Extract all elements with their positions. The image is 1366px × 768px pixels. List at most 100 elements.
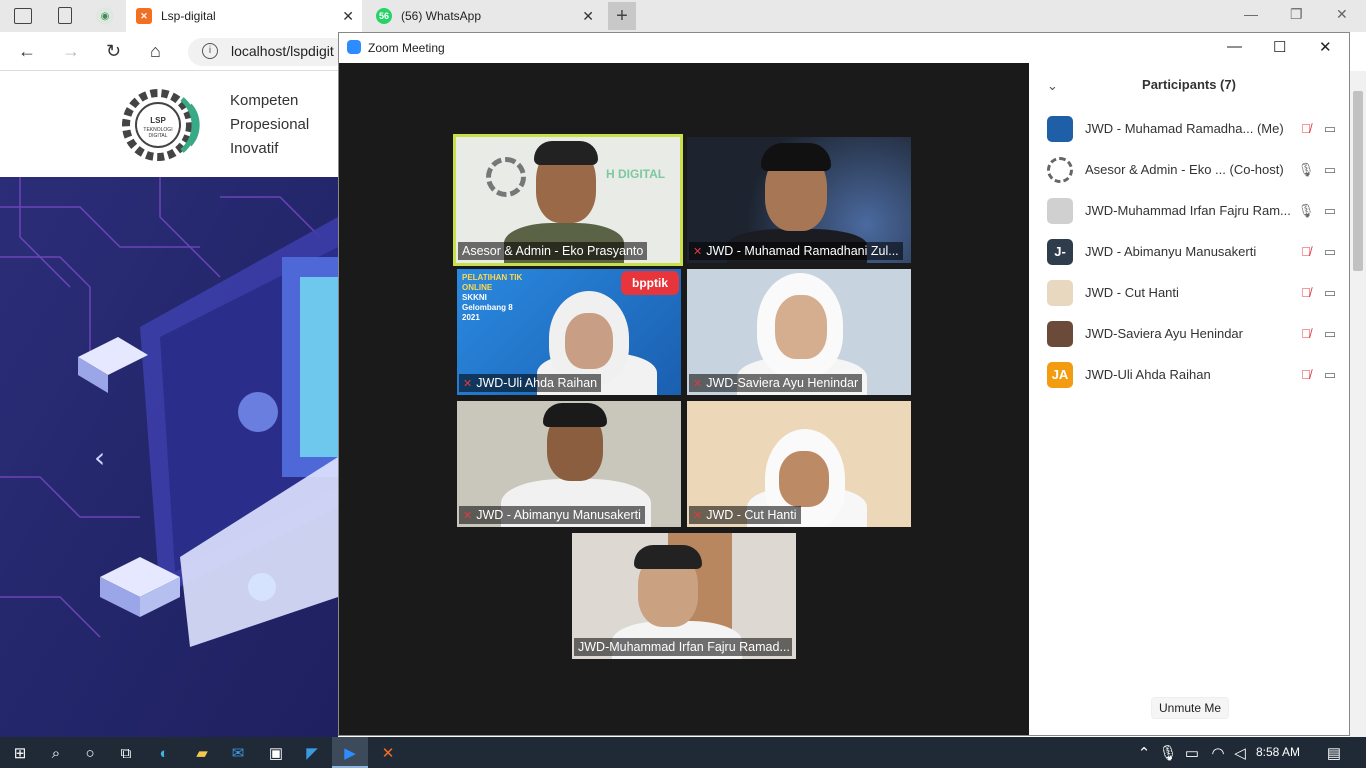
muted-mic-icon: ✕ xyxy=(693,510,703,522)
tab-title: Lsp-digital xyxy=(161,9,216,23)
system-clock[interactable]: 8:58 AM xyxy=(1256,745,1300,759)
avatar: JA xyxy=(1047,361,1073,388)
participant-row[interactable]: JWD - Cut Hanti 🎙̸ ▭ xyxy=(1047,272,1343,313)
muted-mic-icon: ✕ xyxy=(463,378,473,390)
tab-lsp-digital[interactable]: ✕ Lsp-digital ✕ xyxy=(126,0,362,32)
video-gallery: H DIGITAL Asesor & Admin - Eko Prasyanto… xyxy=(339,63,1029,735)
chevron-up-icon[interactable]: ⌃ xyxy=(1132,741,1156,765)
close-tab-icon[interactable]: ✕ xyxy=(582,8,594,25)
video-tile[interactable]: ✕ JWD - Cut Hanti xyxy=(687,401,911,527)
xampp-favicon-icon: ✕ xyxy=(136,8,152,24)
video-tile[interactable]: JWD-Muhammad Irfan Fajru Ramad... xyxy=(572,533,796,659)
video-camera-icon[interactable]: ▭ xyxy=(1317,285,1343,301)
home-icon[interactable]: ⌂ xyxy=(150,41,161,62)
background-text: H DIGITAL xyxy=(606,167,666,181)
site-info-icon[interactable]: i xyxy=(202,43,218,59)
muted-mic-icon[interactable]: 🎙̸ xyxy=(1295,121,1317,136)
video-camera-icon[interactable]: ▭ xyxy=(1317,244,1343,260)
mic-tray-icon[interactable]: 🎙 xyxy=(1156,741,1180,765)
video-camera-icon[interactable]: ▭ xyxy=(1317,162,1343,178)
tab-whatsapp[interactable]: 56 (56) WhatsApp ✕ xyxy=(366,0,602,32)
pinned-tab-icon[interactable]: ◉ xyxy=(96,7,114,25)
participant-row[interactable]: JA JWD-Uli Ahda Raihan 🎙̸ ▭ xyxy=(1047,354,1343,395)
background-logo xyxy=(486,157,526,197)
back-icon[interactable]: ← xyxy=(18,41,36,62)
muted-mic-icon: ✕ xyxy=(693,246,703,258)
muted-mic-icon[interactable]: 🎙̸ xyxy=(1295,326,1317,341)
video-tile[interactable]: ✕ JWD - Abimanyu Manusakerti xyxy=(457,401,681,527)
video-camera-icon[interactable]: ▭ xyxy=(1317,326,1343,342)
minimize-icon[interactable]: — xyxy=(1244,6,1258,22)
avatar xyxy=(1047,320,1073,347)
muted-mic-icon[interactable]: 🎙̸ xyxy=(1295,285,1317,300)
store-icon[interactable]: ▣ xyxy=(264,741,288,765)
participant-row[interactable]: Asesor & Admin - Eko ... (Co-host) 🎙 ▭ xyxy=(1047,149,1343,190)
video-camera-icon[interactable]: ▭ xyxy=(1317,367,1343,383)
video-tile[interactable]: PELATIHAN TIK ONLINE SKKNI Gelombang 8 2… xyxy=(457,269,681,395)
zoom-window-title: Zoom Meeting xyxy=(368,41,445,55)
unmute-me-button[interactable]: Unmute Me xyxy=(1151,697,1229,719)
video-camera-icon[interactable]: ▭ xyxy=(1317,203,1343,219)
mic-icon[interactable]: 🎙 xyxy=(1295,203,1317,219)
zoom-logo-icon xyxy=(347,40,361,54)
video-tile[interactable]: H DIGITAL Asesor & Admin - Eko Prasyanto xyxy=(453,134,683,266)
mic-icon[interactable]: 🎙 xyxy=(1295,162,1317,178)
url-field[interactable]: i localhost/lspdigit xyxy=(188,38,348,66)
wifi-icon[interactable]: ◠ xyxy=(1206,741,1230,765)
participant-row[interactable]: JWD-Saviera Ayu Henindar 🎙̸ ▭ xyxy=(1047,313,1343,354)
close-window-icon[interactable]: ✕ xyxy=(1336,6,1348,23)
tile-name: JWD - Abimanyu Manusakerti xyxy=(476,508,641,522)
video-tile[interactable]: ✕ JWD - Muhamad Ramadhani Zul... xyxy=(687,137,911,263)
video-camera-icon[interactable]: ▭ xyxy=(1317,121,1343,137)
tab-actions-icon[interactable] xyxy=(14,8,32,24)
battery-icon[interactable]: ▭ xyxy=(1180,741,1204,765)
muted-mic-icon[interactable]: 🎙̸ xyxy=(1295,244,1317,259)
svg-text:‹: ‹ xyxy=(94,441,105,474)
video-tile[interactable]: ✕ JWD-Saviera Ayu Henindar xyxy=(687,269,911,395)
maximize-icon[interactable]: ☐ xyxy=(1273,38,1286,56)
vscode-icon[interactable]: ◤ xyxy=(300,741,324,765)
svg-text:DIGITAL: DIGITAL xyxy=(148,133,167,139)
tile-name: JWD-Muhammad Irfan Fajru Ramad... xyxy=(578,640,790,654)
minimize-icon[interactable]: — xyxy=(1227,38,1242,55)
xampp-icon[interactable]: ✕ xyxy=(376,741,400,765)
hero-illustration: ‹ xyxy=(0,177,338,737)
tab-title: (56) WhatsApp xyxy=(401,9,482,23)
close-tab-icon[interactable]: ✕ xyxy=(342,8,354,25)
whatsapp-favicon-icon: 56 xyxy=(376,8,392,24)
windows-taskbar: ⊞ ⌕ ○ ⧉ ◐ ▰ ✉ ▣ ◤ ▶ ✕ ⌃ 🎙 ▭ ◠ ◁ 8:58 AM … xyxy=(0,737,1366,768)
muted-mic-icon: ✕ xyxy=(463,510,473,522)
close-window-icon[interactable]: ✕ xyxy=(1319,38,1332,56)
avatar: J- xyxy=(1047,238,1073,265)
tile-name: JWD - Cut Hanti xyxy=(706,508,797,522)
file-explorer-icon[interactable]: ▰ xyxy=(190,741,214,765)
participants-panel: ⌄ Participants (7) JWD - Muhamad Ramadha… xyxy=(1029,63,1349,735)
new-tab-button[interactable]: + xyxy=(608,2,636,30)
restore-icon[interactable]: ❐ xyxy=(1290,6,1303,23)
forward-icon[interactable]: → xyxy=(62,41,80,62)
edge-icon[interactable]: ◐ xyxy=(152,741,176,765)
windows-start-icon[interactable]: ⊞ xyxy=(8,741,32,765)
address-bar: ← → ↻ ⌂ i localhost/lspdigit xyxy=(0,32,348,71)
avatar xyxy=(1047,115,1073,142)
site-header: LSP TEKNOLOGI DIGITAL Kompeten Propesion… xyxy=(0,71,338,177)
browser-tab-bar: ◉ ✕ Lsp-digital ✕ 56 (56) WhatsApp ✕ + —… xyxy=(0,0,1366,32)
volume-icon[interactable]: ◁ xyxy=(1228,741,1252,765)
cortana-icon[interactable]: ○ xyxy=(78,741,102,765)
mail-icon[interactable]: ✉ xyxy=(226,741,250,765)
notifications-icon[interactable]: ▤ xyxy=(1322,741,1346,765)
participants-title: Participants (7) xyxy=(1142,77,1236,92)
avatar xyxy=(1047,279,1073,306)
reload-icon[interactable]: ↻ xyxy=(106,41,121,62)
page-icon[interactable] xyxy=(58,7,72,24)
page-scrollbar[interactable] xyxy=(1350,71,1366,737)
search-icon[interactable]: ⌕ xyxy=(44,741,68,765)
participant-row[interactable]: JWD - Muhamad Ramadha... (Me) 🎙̸ ▭ xyxy=(1047,108,1343,149)
muted-mic-icon[interactable]: 🎙̸ xyxy=(1295,367,1317,382)
participant-row[interactable]: JWD-Muhammad Irfan Fajru Ram... 🎙 ▭ xyxy=(1047,190,1343,231)
task-view-icon[interactable]: ⧉ xyxy=(114,741,138,765)
participant-row[interactable]: J- JWD - Abimanyu Manusakerti 🎙̸ ▭ xyxy=(1047,231,1343,272)
zoom-icon[interactable]: ▶ xyxy=(338,741,362,765)
scrollbar-thumb[interactable] xyxy=(1353,91,1363,271)
tile-name: Asesor & Admin - Eko Prasyanto xyxy=(462,244,644,258)
